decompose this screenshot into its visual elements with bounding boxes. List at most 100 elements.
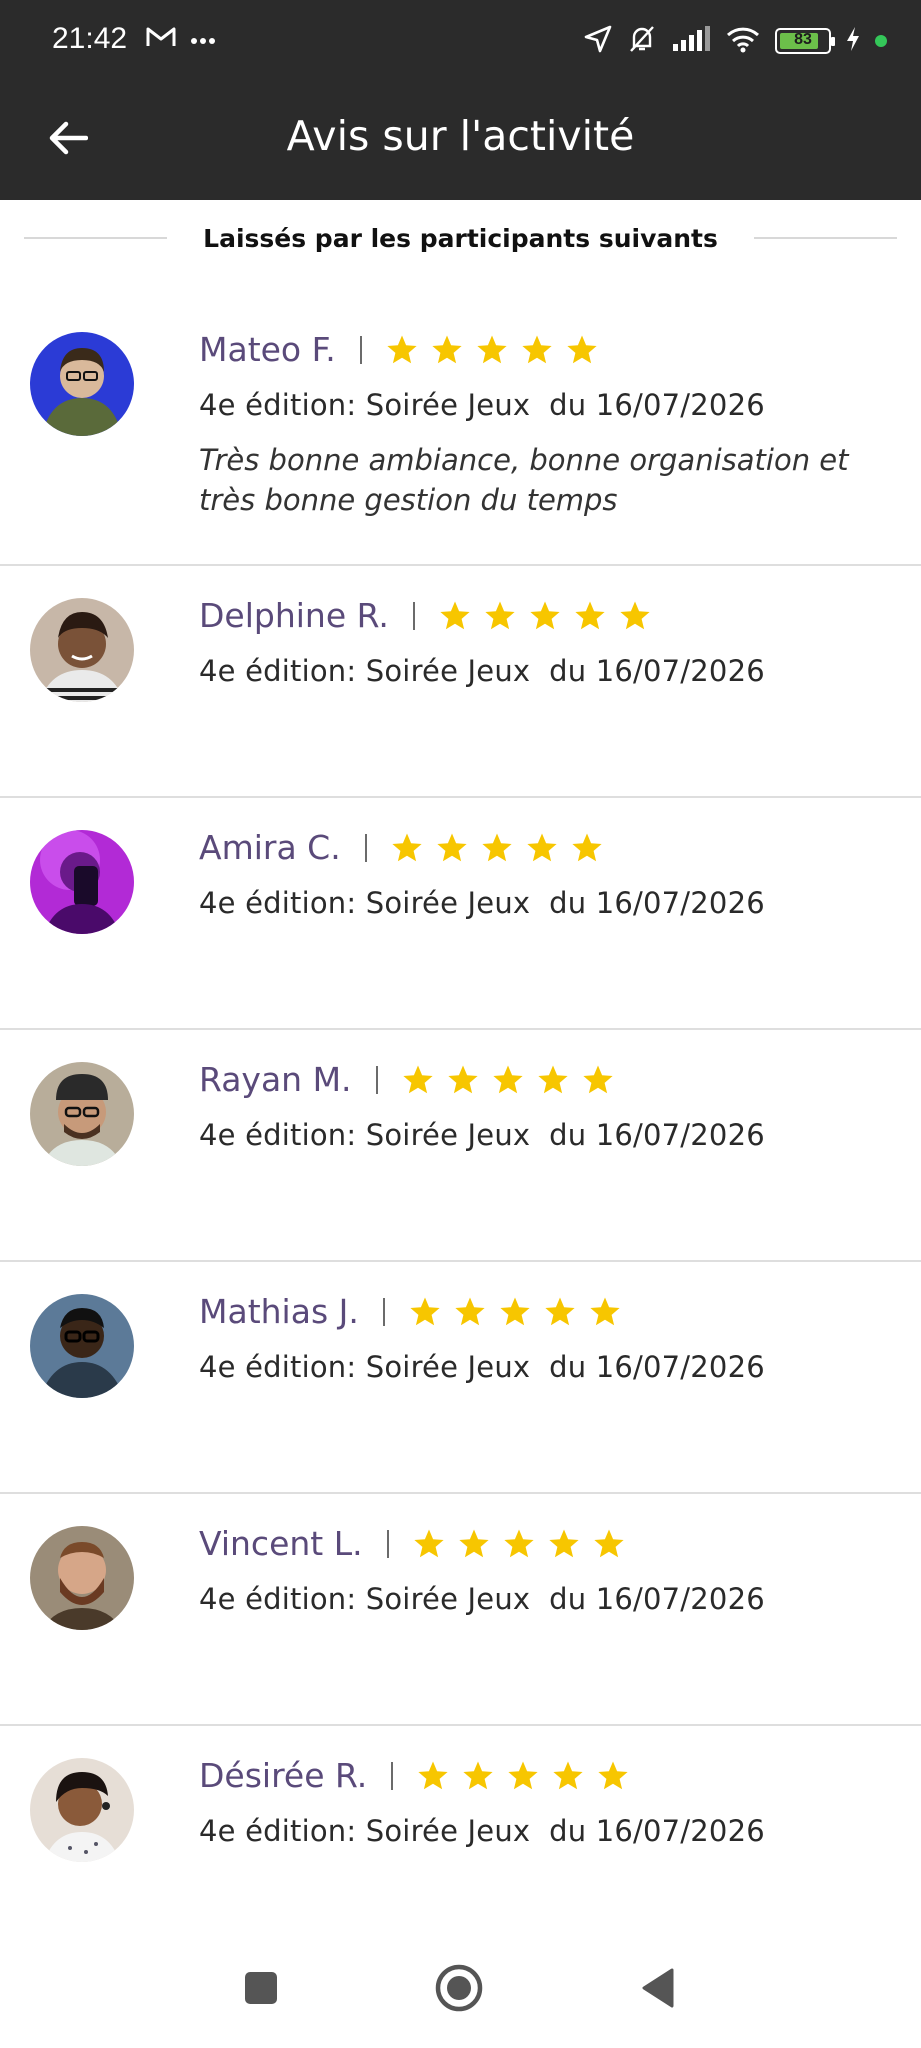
- reviews-list: Mateo F. 4e édition: Soirée Jeux du 16/0…: [0, 300, 921, 1958]
- star-icon: [545, 1297, 575, 1325]
- battery-nub: [831, 37, 835, 46]
- more-dots-icon: [190, 30, 216, 49]
- avatar[interactable]: [30, 1294, 134, 1398]
- name-row: Delphine R.: [199, 596, 651, 635]
- review-item[interactable]: Amira C. 4e édition: Soirée Jeux du 16/0…: [0, 798, 921, 1030]
- star-icon: [440, 601, 470, 629]
- status-left-icons: [146, 26, 216, 52]
- name-divider: [375, 1065, 378, 1094]
- reviewer-name: Mateo F.: [199, 330, 336, 369]
- star-icon: [437, 833, 467, 861]
- star-icon: [414, 1529, 444, 1557]
- star-rating: [439, 600, 651, 632]
- star-rating: [402, 1064, 614, 1096]
- star-icon: [463, 1761, 493, 1789]
- system-nav-bar: [0, 1930, 921, 2048]
- reviewer-name: Rayan M.: [199, 1060, 352, 1099]
- star-rating: [417, 1760, 629, 1792]
- star-icon: [522, 335, 552, 363]
- status-time: 21:42: [52, 22, 128, 55]
- name-divider: [364, 833, 367, 862]
- star-icon: [432, 335, 462, 363]
- edition-info: 4e édition: Soirée Jeux du 16/07/2026: [199, 1582, 765, 1616]
- star-icon: [500, 1297, 530, 1325]
- avatar[interactable]: [30, 1758, 134, 1862]
- star-icon: [459, 1529, 489, 1557]
- name-row: Amira C.: [199, 828, 603, 867]
- name-row: Mateo F.: [199, 330, 598, 369]
- status-bar: 21:42 83: [0, 0, 921, 86]
- review-item[interactable]: Rayan M. 4e édition: Soirée Jeux du 16/0…: [0, 1030, 921, 1262]
- star-icon: [482, 833, 512, 861]
- name-divider: [386, 1529, 389, 1558]
- recents-square-icon: [243, 1970, 279, 2010]
- star-icon: [590, 1297, 620, 1325]
- name-divider: [391, 1761, 394, 1790]
- edition-info: 4e édition: Soirée Jeux du 16/07/2026: [199, 1118, 765, 1152]
- star-icon: [582, 1065, 613, 1093]
- star-icon: [492, 1065, 523, 1093]
- avatar[interactable]: [30, 1062, 134, 1166]
- review-item[interactable]: Delphine R. 4e édition: Soirée Jeux du 1…: [0, 566, 921, 798]
- review-comment: Très bonne ambiance, bonne organisation …: [199, 443, 849, 517]
- avatar[interactable]: [30, 830, 134, 934]
- app-bar: Avis sur l'activité: [0, 86, 921, 200]
- star-icon: [410, 1297, 440, 1325]
- edition-info: 4e édition: Soirée Jeux du 16/07/2026: [199, 654, 765, 688]
- home-button[interactable]: [429, 1960, 489, 2020]
- nav-back-button[interactable]: [628, 1960, 688, 2020]
- review-item[interactable]: Mathias J. 4e édition: Soirée Jeux du 16…: [0, 1262, 921, 1494]
- review-item[interactable]: Vincent L. 4e édition: Soirée Jeux du 16…: [0, 1494, 921, 1726]
- star-rating: [409, 1296, 621, 1328]
- star-icon: [455, 1297, 485, 1325]
- back-triangle-icon: [640, 1968, 676, 2012]
- home-circle-icon: [434, 1963, 484, 2017]
- name-divider: [412, 601, 415, 630]
- star-icon: [553, 1761, 583, 1789]
- status-right-icons: 83: [583, 24, 887, 58]
- section-header: Laissés par les participants suivants: [24, 218, 898, 258]
- bell-off-icon: [627, 24, 657, 58]
- edition-info: 4e édition: Soirée Jeux du 16/07/2026: [199, 1350, 765, 1384]
- star-icon: [477, 335, 507, 363]
- wifi-icon: [725, 25, 761, 57]
- star-icon: [387, 335, 417, 363]
- reviewer-name: Mathias J.: [199, 1292, 359, 1331]
- star-rating: [413, 1528, 625, 1560]
- edition-info: 4e édition: Soirée Jeux du 16/07/2026: [199, 388, 765, 422]
- name-row: Désirée R.: [199, 1756, 629, 1795]
- gmail-icon: [146, 26, 176, 52]
- page-title: Avis sur l'activité: [286, 112, 635, 160]
- privacy-indicator-dot: [875, 35, 887, 47]
- star-icon: [402, 1065, 433, 1093]
- star-icon: [504, 1529, 534, 1557]
- star-icon: [447, 1065, 478, 1093]
- star-icon: [485, 601, 515, 629]
- star-icon: [549, 1529, 579, 1557]
- review-item[interactable]: Mateo F. 4e édition: Soirée Jeux du 16/0…: [0, 300, 921, 566]
- name-row: Mathias J.: [199, 1292, 621, 1331]
- name-row: Rayan M.: [199, 1060, 614, 1099]
- reviewer-name: Désirée R.: [199, 1756, 368, 1795]
- star-icon: [575, 601, 605, 629]
- reviewer-name: Vincent L.: [199, 1524, 363, 1563]
- signal-icon: [671, 26, 711, 56]
- name-divider: [382, 1297, 385, 1326]
- charging-icon: [845, 26, 861, 56]
- battery-icon: 83: [775, 28, 835, 54]
- edition-info: 4e édition: Soirée Jeux du 16/07/2026: [199, 1814, 765, 1848]
- avatar[interactable]: [30, 598, 134, 702]
- star-icon: [620, 601, 650, 629]
- star-icon: [418, 1761, 448, 1789]
- star-icon: [530, 601, 560, 629]
- review-item[interactable]: Désirée R. 4e édition: Soirée Jeux du 16…: [0, 1726, 921, 1958]
- divider-line-right: [753, 237, 898, 239]
- section-title: Laissés par les participants suivants: [203, 223, 718, 253]
- star-icon: [567, 335, 597, 363]
- name-row: Vincent L.: [199, 1524, 625, 1563]
- star-icon: [594, 1529, 624, 1557]
- recents-button[interactable]: [231, 1960, 291, 2020]
- avatar[interactable]: [30, 332, 134, 436]
- avatar[interactable]: [30, 1526, 134, 1630]
- star-icon: [537, 1065, 568, 1093]
